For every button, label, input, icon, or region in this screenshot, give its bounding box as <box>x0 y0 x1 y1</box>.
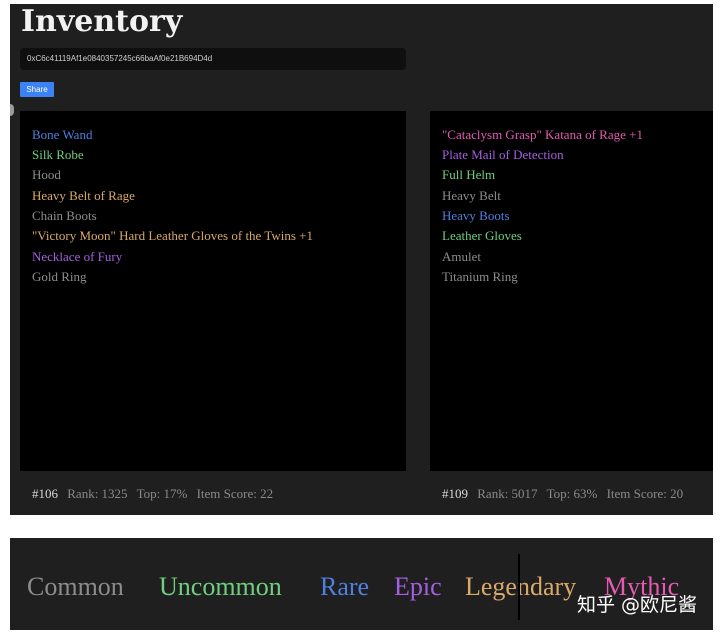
bag-item[interactable]: Leather Gloves <box>442 228 522 244</box>
legend-item: Epic <box>394 572 442 601</box>
wallet-address-field[interactable]: 0xC6c41119Af1e0840357245c66baAf0e21B694D… <box>20 48 406 70</box>
text-cursor <box>518 554 520 620</box>
bag-id: #106 <box>32 486 58 501</box>
bag-rank: Rank: 1325 <box>67 486 128 501</box>
bag-item[interactable]: "Cataclysm Grasp" Katana of Rage +1 <box>442 127 643 143</box>
bag-item-score: Item Score: 22 <box>196 486 274 501</box>
bag-top-percent: Top: 63% <box>546 486 598 501</box>
bag-item[interactable]: Full Helm <box>442 167 495 183</box>
inventory-panel: Inventory 0xC6c41119Af1e0840357245c66baA… <box>10 4 713 515</box>
rarity-legend: Common Uncommon Rare Epic Legendary Myth… <box>10 538 713 630</box>
legend-item: Rare <box>320 572 370 601</box>
bag-item[interactable]: Bone Wand <box>32 127 92 143</box>
bag-right-stats: #109 Rank: 5017 Top: 63% Item Score: 20 <box>442 486 689 502</box>
bag-item[interactable]: Chain Boots <box>32 208 97 224</box>
bag-item-score: Item Score: 20 <box>606 486 684 501</box>
edge-handle <box>10 104 14 116</box>
legend-item: Common <box>27 572 124 601</box>
bag-item[interactable]: Heavy Boots <box>442 208 510 224</box>
bag-item[interactable]: Plate Mail of Detection <box>442 147 564 163</box>
legend-item: Legendary <box>465 572 577 601</box>
page-title: Inventory <box>21 4 183 39</box>
bag-item[interactable]: Heavy Belt <box>442 188 501 204</box>
bag-item[interactable]: Silk Robe <box>32 147 84 163</box>
bag-item[interactable]: "Victory Moon" Hard Leather Gloves of th… <box>32 228 313 244</box>
bag-item[interactable]: Heavy Belt of Rage <box>32 188 135 204</box>
watermark: 知乎 @欧尼酱 <box>576 594 697 616</box>
bag-right: "Cataclysm Grasp" Katana of Rage +1 Plat… <box>430 111 713 471</box>
bag-left-stats: #106 Rank: 1325 Top: 17% Item Score: 22 <box>32 486 279 502</box>
legend-item: Uncommon <box>159 572 282 601</box>
bag-rank: Rank: 5017 <box>477 486 538 501</box>
bag-item[interactable]: Hood <box>32 167 61 183</box>
bag-item[interactable]: Titanium Ring <box>442 269 518 285</box>
share-button[interactable]: Share <box>20 82 54 97</box>
bag-item[interactable]: Gold Ring <box>32 269 87 285</box>
bag-id: #109 <box>442 486 468 501</box>
bag-item[interactable]: Necklace of Fury <box>32 249 122 265</box>
bag-top-percent: Top: 17% <box>136 486 188 501</box>
bag-item[interactable]: Amulet <box>442 249 481 265</box>
bag-left: Bone Wand Silk Robe Hood Heavy Belt of R… <box>20 111 406 471</box>
